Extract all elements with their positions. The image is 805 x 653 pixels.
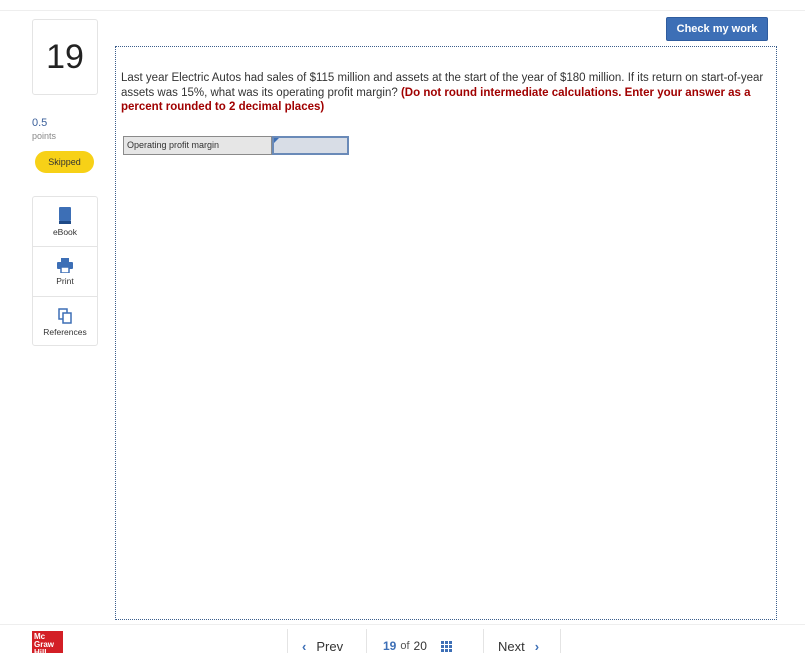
prev-button[interactable]: ‹ Prev bbox=[287, 629, 367, 653]
chevron-left-icon: ‹ bbox=[302, 638, 307, 653]
bottom-divider bbox=[0, 624, 805, 625]
of-label: of bbox=[400, 640, 410, 652]
next-label: Next bbox=[498, 638, 525, 653]
operating-profit-margin-input[interactable] bbox=[274, 141, 347, 156]
total-questions: 20 bbox=[413, 639, 427, 653]
points-label: points bbox=[32, 131, 57, 141]
top-divider bbox=[0, 10, 805, 11]
check-my-work-button[interactable]: Check my work bbox=[666, 17, 768, 41]
points-value: 0.5 bbox=[32, 117, 48, 129]
flag-icon bbox=[274, 138, 279, 143]
pagination: ‹ Prev 19 of 20 Next › bbox=[287, 629, 561, 653]
references-label: References bbox=[43, 326, 87, 337]
references-button[interactable]: References bbox=[33, 297, 97, 347]
answer-label: Operating profit margin bbox=[123, 136, 272, 155]
prev-label: Prev bbox=[316, 638, 344, 653]
documents-icon bbox=[58, 307, 72, 324]
ebook-label: eBook bbox=[52, 226, 78, 237]
mcgraw-hill-logo: Mc Graw Hill bbox=[32, 631, 63, 653]
print-label: Print bbox=[56, 275, 74, 286]
print-button[interactable]: Print bbox=[33, 247, 97, 297]
next-button[interactable]: Next › bbox=[483, 629, 561, 653]
chevron-right-icon: › bbox=[534, 638, 540, 653]
ebook-button[interactable]: eBook bbox=[33, 197, 97, 247]
question-number: 19 bbox=[32, 19, 98, 95]
answer-cell[interactable] bbox=[272, 136, 349, 156]
grid-icon bbox=[440, 640, 452, 652]
question-navigator[interactable]: 19 of 20 bbox=[367, 629, 483, 653]
question-content: Last year Electric Autos had sales of $1… bbox=[115, 46, 777, 620]
answer-row: Operating profit margin bbox=[123, 136, 349, 156]
current-question: 19 bbox=[383, 639, 397, 653]
book-icon bbox=[59, 206, 71, 224]
printer-icon bbox=[57, 257, 73, 273]
tools-panel: eBook Print References bbox=[32, 196, 98, 346]
status-badge: Skipped bbox=[35, 151, 94, 173]
question-text: Last year Electric Autos had sales of $1… bbox=[121, 71, 771, 115]
